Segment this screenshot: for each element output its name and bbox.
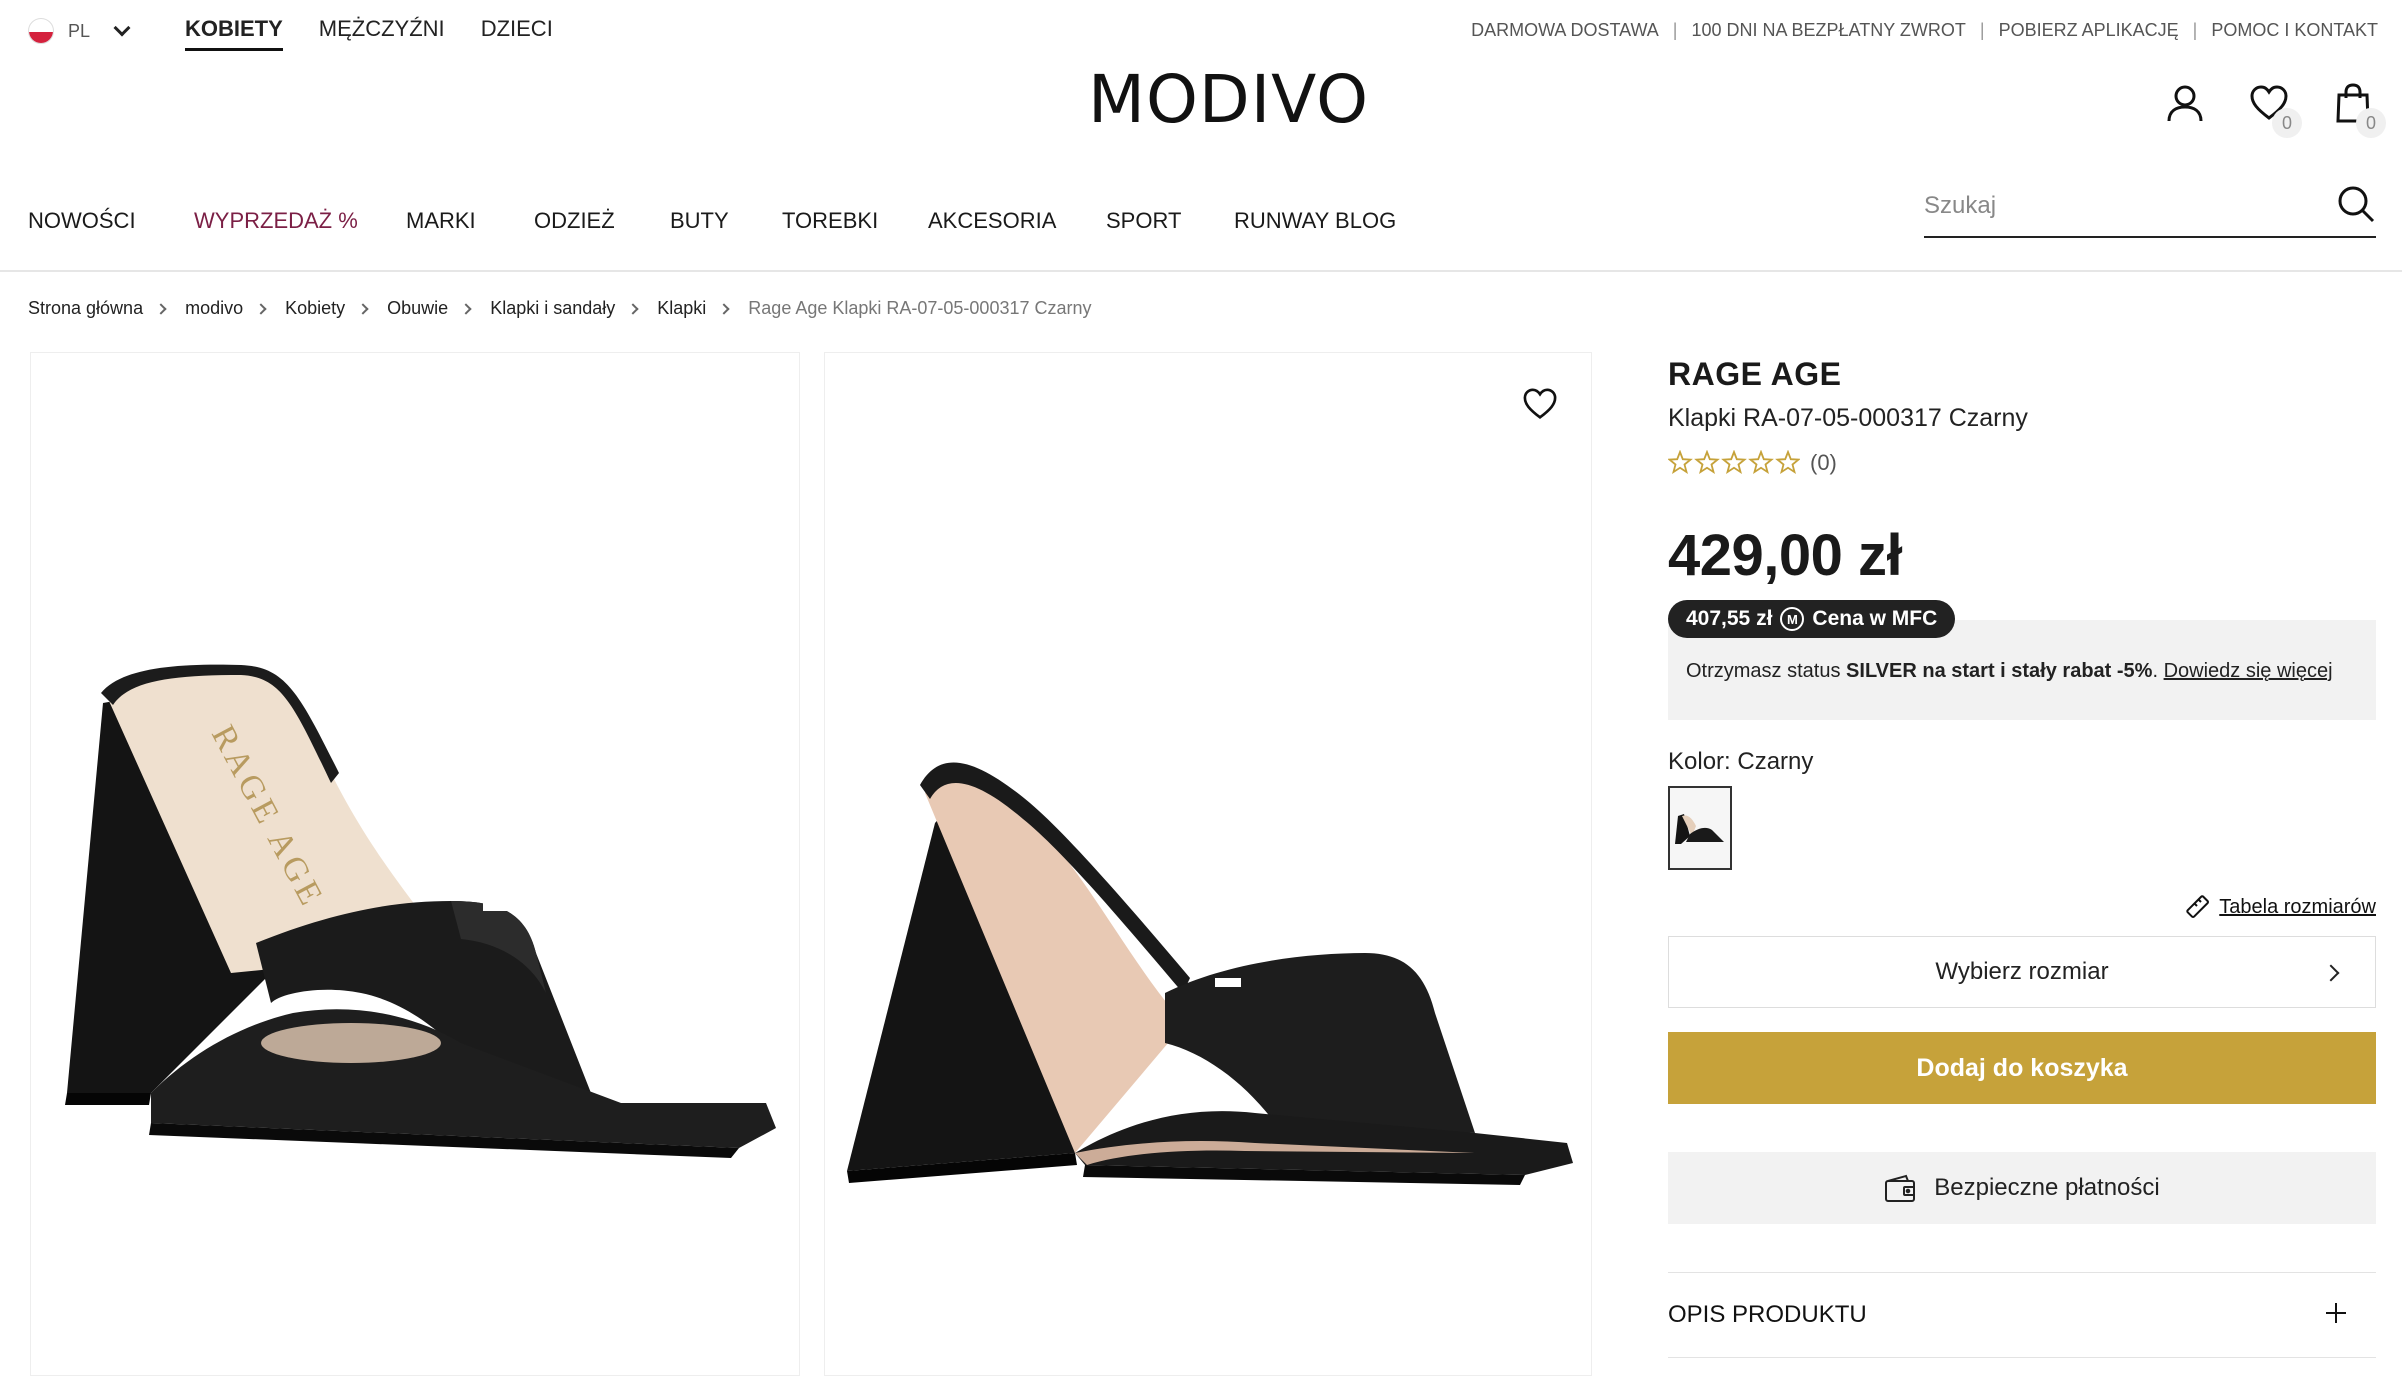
language-selector[interactable]: PL bbox=[28, 18, 131, 44]
account-button[interactable] bbox=[2162, 80, 2208, 126]
wishlist-count-badge: 0 bbox=[2272, 108, 2302, 138]
chevron-right-icon bbox=[460, 302, 472, 315]
nav-item-buty[interactable]: BUTY bbox=[670, 208, 782, 234]
product-brand[interactable]: RAGE AGE bbox=[1668, 356, 1842, 393]
sandal-image: RAGE AGE bbox=[65, 664, 776, 1158]
ruler-icon bbox=[2186, 895, 2210, 918]
chevron-right-icon bbox=[718, 302, 730, 315]
user-icon bbox=[2167, 85, 2203, 122]
top-bar: PL KOBIETY MĘŻCZYŹNI DZIECI DARMOWA DOST… bbox=[0, 0, 2402, 64]
chevron-right-icon bbox=[2322, 964, 2340, 982]
language-code: PL bbox=[68, 20, 91, 41]
link-free-delivery[interactable]: DARMOWA DOSTAWA bbox=[1471, 20, 1659, 41]
size-table-link[interactable]: Tabela rozmiarów bbox=[2185, 894, 2376, 920]
nav-divider bbox=[0, 270, 2402, 272]
breadcrumb-item[interactable]: Klapki i sandały bbox=[490, 298, 615, 319]
chevron-down-icon bbox=[113, 19, 131, 37]
site-logo[interactable]: MODIVO bbox=[1088, 62, 1369, 138]
mfc-learn-more-link[interactable]: Dowiedz się więcej bbox=[2164, 660, 2333, 682]
mfc-price: 407,55 zł bbox=[1686, 607, 1773, 630]
user-icons: 0 0 bbox=[2162, 80, 2386, 138]
breadcrumb-item[interactable]: Obuwie bbox=[387, 298, 448, 319]
color-swatch-black[interactable] bbox=[1668, 786, 1732, 870]
gender-tab-kobiety[interactable]: KOBIETY bbox=[185, 16, 283, 51]
sandal-thumbnail bbox=[1675, 814, 1724, 844]
modivo-club-icon: M bbox=[1780, 607, 1805, 631]
product-price: 429,00 zł bbox=[1668, 523, 1903, 588]
chevron-right-icon bbox=[627, 302, 639, 315]
gender-tab-dzieci[interactable]: DZIECI bbox=[481, 16, 553, 51]
nav-item-marki[interactable]: MARKI bbox=[406, 208, 534, 234]
product-description-accordion[interactable]: OPIS PRODUKTU bbox=[1668, 1272, 2376, 1358]
nav-item-nowosci[interactable]: NOWOŚCI bbox=[28, 208, 194, 234]
size-table-label: Tabela rozmiarów bbox=[2219, 895, 2376, 918]
gender-nav: KOBIETY MĘŻCZYŹNI DZIECI bbox=[185, 16, 553, 51]
mfc-label: Cena w MFC bbox=[1812, 607, 1938, 630]
heart-icon bbox=[1523, 388, 1557, 420]
nav-item-torebki[interactable]: TOREBKI bbox=[782, 208, 928, 234]
link-download-app[interactable]: POBIERZ APLIKACJĘ bbox=[1999, 20, 2179, 41]
mfc-info-bold: SILVER na start i stały rabat -5% bbox=[1846, 660, 2153, 682]
breadcrumb: Strona główna modivo Kobiety Obuwie Klap… bbox=[28, 298, 1092, 319]
link-free-returns[interactable]: 100 DNI NA BEZPŁATNY ZWROT bbox=[1691, 20, 1965, 41]
sandal-side-image bbox=[847, 762, 1573, 1185]
mfc-info-dot: . bbox=[2152, 660, 2159, 682]
chevron-right-icon bbox=[155, 302, 167, 315]
gender-tab-mezczyzni[interactable]: MĘŻCZYŹNI bbox=[319, 16, 445, 51]
search-button[interactable] bbox=[2336, 184, 2376, 229]
cart-button[interactable]: 0 bbox=[2330, 80, 2386, 138]
product-name: Klapki RA-07-05-000317 Czarny bbox=[1668, 404, 2028, 432]
top-links: DARMOWA DOSTAWA | 100 DNI NA BEZPŁATNY Z… bbox=[1471, 20, 2378, 41]
wallet-icon bbox=[1885, 1174, 1916, 1202]
search-input[interactable] bbox=[1924, 186, 2304, 226]
separator: | bbox=[1979, 20, 1985, 40]
main-nav: NOWOŚCI WYPRZEDAŻ % MARKI ODZIEŻ BUTY TO… bbox=[28, 208, 1396, 234]
size-select-label: Wybierz rozmiar bbox=[1935, 958, 2109, 985]
breadcrumb-item[interactable]: Strona główna bbox=[28, 298, 143, 319]
nav-item-runway-blog[interactable]: RUNWAY BLOG bbox=[1234, 208, 1396, 234]
color-label: Kolor: Czarny bbox=[1668, 748, 1814, 775]
add-to-cart-button[interactable]: Dodaj do koszyka bbox=[1668, 1032, 2376, 1104]
separator: | bbox=[1672, 20, 1678, 40]
star-rating-icon bbox=[1668, 450, 1800, 475]
plus-icon bbox=[2326, 1303, 2346, 1323]
rating-count: (0) bbox=[1810, 450, 1837, 475]
breadcrumb-item[interactable]: modivo bbox=[185, 298, 243, 319]
breadcrumb-item[interactable]: Klapki bbox=[657, 298, 706, 319]
mfc-price-badge: 407,55 zł M Cena w MFC bbox=[1668, 600, 1956, 638]
product-description-title: OPIS PRODUKTU bbox=[1668, 1301, 1867, 1328]
wishlist-button[interactable]: 0 bbox=[2246, 80, 2302, 138]
chevron-right-icon bbox=[255, 302, 267, 315]
nav-item-sport[interactable]: SPORT bbox=[1106, 208, 1234, 234]
product-photo-front[interactable]: RAGE AGE bbox=[30, 352, 800, 1376]
search-bar bbox=[1924, 176, 2376, 238]
secure-payments-banner[interactable]: Bezpieczne płatności bbox=[1668, 1152, 2376, 1224]
search-icon bbox=[2338, 186, 2375, 223]
cart-count-badge: 0 bbox=[2356, 108, 2386, 138]
product-photo-side[interactable] bbox=[824, 352, 1592, 1376]
nav-item-wyprzedaz[interactable]: WYPRZEDAŻ % bbox=[194, 208, 406, 234]
chevron-right-icon bbox=[357, 302, 369, 315]
poland-flag-icon bbox=[28, 18, 54, 44]
separator: | bbox=[2192, 20, 2198, 40]
mfc-info-text: Otrzymasz status SILVER na start i stały… bbox=[1686, 660, 2333, 683]
breadcrumb-current: Rage Age Klapki RA-07-05-000317 Czarny bbox=[748, 298, 1092, 318]
nav-item-akcesoria[interactable]: AKCESORIA bbox=[928, 208, 1106, 234]
mfc-info-prefix: Otrzymasz status bbox=[1686, 660, 1841, 682]
link-help-contact[interactable]: POMOC I KONTAKT bbox=[2211, 20, 2378, 41]
breadcrumb-item[interactable]: Kobiety bbox=[285, 298, 345, 319]
nav-item-odziez[interactable]: ODZIEŻ bbox=[534, 208, 670, 234]
product-rating[interactable]: (0) bbox=[1668, 450, 1837, 476]
secure-payments-label: Bezpieczne płatności bbox=[1934, 1174, 2160, 1201]
add-to-wishlist-button[interactable] bbox=[1517, 381, 1563, 427]
size-select[interactable]: Wybierz rozmiar bbox=[1668, 936, 2376, 1008]
